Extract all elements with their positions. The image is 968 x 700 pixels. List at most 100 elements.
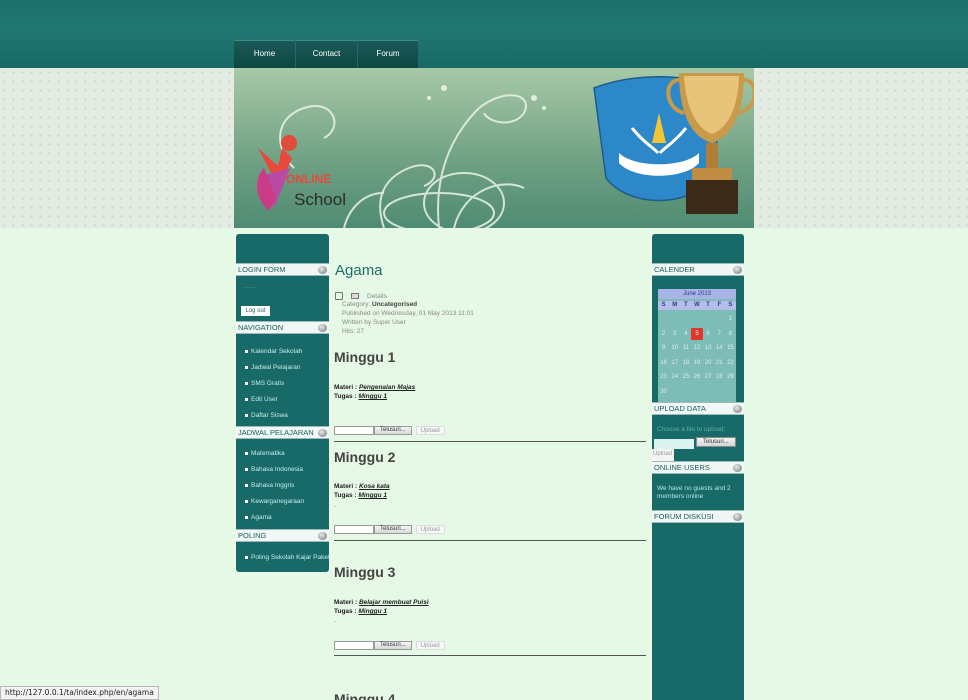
calendar-day[interactable]: 8 [725,328,736,340]
calendar-day [680,313,691,325]
calendar-day[interactable]: 27 [703,371,714,383]
sidebar-item-daftar-siswa[interactable]: Daftar Siswa [245,412,288,419]
email-icon[interactable] [351,293,359,299]
upload-row: Telusuri... Upload [334,525,445,534]
week-tugas: Tugas : Minggu 1 [334,608,387,615]
calendar-weekdays: SMTWTFS [658,301,736,310]
browse-button[interactable]: Telusuri... [696,437,736,447]
calendar-day[interactable]: 1 [725,313,736,325]
week-title: Minggu 4 [334,691,396,700]
calendar-day[interactable]: 21 [714,357,725,369]
calendar-day[interactable]: 14 [714,342,725,354]
tugas-link[interactable]: Minggu 1 [358,492,387,499]
calendar-day[interactable]: 11 [680,342,691,354]
tugas-link[interactable]: Minggu 1 [358,393,387,400]
calendar-day[interactable]: 26 [691,371,702,383]
module-toggle-icon[interactable] [318,429,327,437]
calendar-day[interactable]: 24 [669,371,680,383]
login-greeting: ······· [243,285,257,291]
calendar-day[interactable]: 29 [725,371,736,383]
article-author: Written by Super User [342,319,406,326]
module-toggle-icon[interactable] [733,464,742,472]
module-toggle-icon[interactable] [733,513,742,521]
upload-button[interactable]: Upload [415,426,445,435]
sidebar-item-kalendar[interactable]: Kalendar Sekolah [245,348,302,355]
sidebar-item-poling[interactable]: Poling Sekolah Kajar Paket [245,554,330,561]
module-toggle-icon[interactable] [733,266,742,274]
calendar-day[interactable]: 10 [669,342,680,354]
calendar-day[interactable]: 28 [714,371,725,383]
module-toggle-icon[interactable] [318,266,327,274]
online-users-text: We have no guests and 2 members online [657,485,731,500]
materi-link[interactable]: Belajar membuat Puisi [359,599,429,606]
upload-hint: Choose a file to upload: [657,426,726,433]
calendar-day[interactable]: 25 [680,371,691,383]
calendar-title: CALENDER [652,263,744,276]
calendar: June 2013 SMTWTFS 1 2 3 4 5 6 7 8 9 10 11 12 13 14 15 1… [658,289,736,402]
materi-link[interactable]: Pengenalan Majas [359,384,415,391]
article-published: Published on Wednesday, 01 May 2013 11:0… [342,310,474,317]
calendar-week-row: 16 17 18 19 20 21 22 [658,357,736,369]
tab-forum[interactable]: Forum [358,40,418,68]
print-icon[interactable] [335,292,343,300]
sidebar-item-agama[interactable]: Agama [245,514,272,521]
article-title: Agama [335,262,383,279]
browser-status-bar: http://127.0.0.1/ta/index.php/en/agama [0,686,159,700]
calendar-day[interactable]: 20 [703,357,714,369]
calendar-day[interactable]: 16 [658,357,669,369]
calendar-week-row: 30 [658,386,736,398]
module-toggle-icon[interactable] [733,405,742,413]
calendar-day[interactable]: 4 [680,328,691,340]
file-input[interactable] [334,525,374,534]
browse-button[interactable]: Telusuri... [374,641,412,650]
file-input[interactable] [334,426,374,435]
calendar-day[interactable]: 30 [658,386,669,398]
module-toggle-icon[interactable] [318,324,327,332]
calendar-week-row: 1 [658,313,736,325]
upload-button[interactable]: Upload [415,525,445,534]
calendar-day[interactable]: 6 [703,328,714,340]
calendar-day[interactable]: 17 [669,357,680,369]
calendar-week-row: 2345678 [658,327,736,340]
tab-contact[interactable]: Contact [296,40,357,68]
sidebar-item-matematika[interactable]: Matematika [245,450,285,457]
divider [334,540,646,541]
calendar-day [714,386,725,398]
tab-home[interactable]: Home [234,40,295,68]
file-input[interactable] [334,641,374,650]
article-category: Category: Uncategorised [342,301,418,308]
calendar-day[interactable]: 22 [725,357,736,369]
sidebar-item-sms[interactable]: SMS Gratis [245,380,284,387]
sidebar-item-bahasa-indonesia[interactable]: Bahasa Indonesia [245,466,303,473]
online-users-title: ONLINE USERS [652,461,744,474]
calendar-day[interactable]: 7 [714,328,725,340]
sidebar-item-edit-user[interactable]: Edit User [245,396,278,403]
calendar-day[interactable]: 2 [658,328,669,340]
calendar-day[interactable]: 19 [691,357,702,369]
logout-button[interactable]: Log out [241,306,270,316]
file-input[interactable] [654,439,694,449]
sidebar-item-bahasa-inggris[interactable]: Bahasa Inggris [245,482,294,489]
sidebar-item-kewarganegaraan[interactable]: Kewarganegaraan [245,498,304,505]
sidebar-item-jadwal[interactable]: Jadwal Pelajaran [245,364,301,371]
upload-button[interactable]: Upload [652,449,674,461]
main-nav: Home Contact Forum [234,40,419,68]
browse-button[interactable]: Telusuri... [374,525,412,534]
calendar-day[interactable]: 5 [691,327,703,340]
calendar-day[interactable]: 13 [703,342,714,354]
module-toggle-icon[interactable] [318,532,327,540]
divider [334,655,646,656]
calendar-day[interactable]: 9 [658,342,669,354]
calendar-day[interactable]: 12 [691,342,702,354]
week-materi: Materi : Kosa kata [334,483,390,490]
browse-button[interactable]: Telusuri... [374,426,412,435]
calendar-day[interactable]: 15 [725,342,736,354]
materi-link[interactable]: Kosa kata [359,483,390,490]
tugas-link[interactable]: Minggu 1 [358,608,387,615]
upload-row: Telusuri... Upload [334,641,445,650]
calendar-day[interactable]: 3 [669,328,680,340]
calendar-day[interactable]: 23 [658,371,669,383]
calendar-day [669,386,680,398]
upload-button[interactable]: Upload [415,641,445,650]
calendar-day[interactable]: 18 [680,357,691,369]
